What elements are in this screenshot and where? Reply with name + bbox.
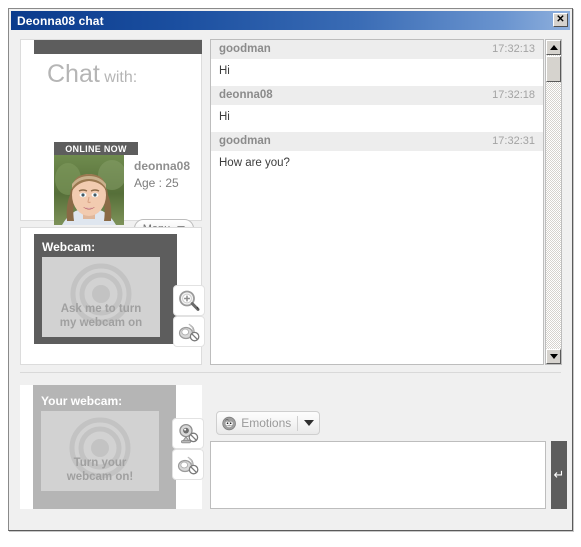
window-titlebar: Deonna08 chat ✕: [11, 11, 570, 30]
emotions-button[interactable]: Emotions: [216, 411, 320, 435]
partner-webcam-placeholder-line2: my webcam on: [59, 317, 143, 329]
lower-region: Your webcam: Turn your webcam on! Emotio…: [11, 373, 570, 528]
partner-webcam-panel: Webcam: Ask me to turn my webcam on: [34, 234, 177, 344]
chat-with-heading: Chat with:: [47, 60, 137, 89]
message-text: Hi: [211, 105, 543, 132]
my-webcam-title: Your webcam:: [41, 394, 123, 408]
webcam-off-icon: [179, 423, 199, 443]
message-item: goodman 17:32:31 How are you?: [211, 132, 543, 178]
scrollbar-thumb[interactable]: [546, 56, 561, 82]
message-sender: goodman: [219, 43, 271, 55]
chat-window: Deonna08 chat ✕ Chat with: ONLINE NOW de…: [8, 8, 573, 531]
send-button[interactable]: ↵: [551, 441, 567, 509]
my-webcam-placeholder-line1: Turn your: [73, 457, 127, 469]
my-webcam-panel: Your webcam: Turn your webcam on!: [33, 385, 176, 509]
message-sender: deonna08: [219, 89, 273, 101]
my-webcam-placeholder-line2: webcam on!: [66, 471, 134, 483]
my-webcam-screen[interactable]: Turn your webcam on!: [41, 411, 159, 491]
chevron-down-icon[interactable]: [304, 420, 314, 426]
message-text: How are you?: [211, 151, 543, 178]
partner-webcam-title: Webcam:: [42, 240, 96, 254]
close-icon[interactable]: ✕: [553, 13, 568, 27]
profile-username: deonna08: [134, 159, 191, 173]
magnifier-plus-icon: [179, 290, 200, 311]
avatar[interactable]: [54, 155, 124, 225]
partner-webcam-sound-button[interactable]: [173, 316, 205, 347]
partner-webcam-screen[interactable]: Ask me to turn my webcam on: [42, 257, 160, 337]
message-time: 17:32:18: [492, 89, 535, 101]
smiley-icon: [222, 416, 236, 430]
window-title: Deonna08 chat: [17, 13, 104, 28]
my-webcam-sound-button[interactable]: [172, 449, 204, 480]
chat-heading-big: Chat: [47, 60, 100, 88]
my-webcam-card: Your webcam: Turn your webcam on!: [20, 385, 204, 509]
profile-header-bar: [34, 40, 202, 54]
user-photo-icon: [54, 155, 124, 225]
partner-webcam-zoom-button[interactable]: [173, 285, 205, 316]
message-time: 17:32:31: [492, 135, 535, 147]
message-item: goodman 17:32:13 Hi: [211, 40, 543, 86]
message-item: deonna08 17:32:18 Hi: [211, 86, 543, 132]
message-time: 17:32:13: [492, 43, 535, 55]
message-sender: goodman: [219, 135, 271, 147]
scrollbar-track[interactable]: [546, 55, 561, 349]
scroll-down-arrow-icon: [549, 354, 558, 359]
chat-scrollbar[interactable]: [545, 39, 562, 365]
speaker-muted-icon: [177, 456, 199, 474]
upper-region: Chat with: ONLINE NOW deonna08 Age: 25 …: [11, 31, 570, 372]
message-input[interactable]: [210, 441, 546, 509]
message-header: goodman 17:32:13: [211, 40, 543, 59]
profile-age: Age : 25: [134, 176, 179, 190]
chat-heading-small: with:: [104, 69, 138, 86]
chat-message-list[interactable]: goodman 17:32:13 Hi deonna08 17:32:18 Hi…: [210, 39, 544, 365]
partner-webcam-card: Webcam: Ask me to turn my webcam on: [20, 227, 205, 365]
message-header: goodman 17:32:31: [211, 132, 543, 151]
partner-webcam-placeholder: Ask me to turn my webcam on: [60, 302, 142, 330]
scroll-down-button[interactable]: [546, 349, 561, 364]
window-client-area: Chat with: ONLINE NOW deonna08 Age: 25 …: [11, 31, 570, 528]
emotions-separator: [297, 415, 298, 431]
my-webcam-placeholder: Turn your webcam on!: [67, 456, 133, 484]
speaker-muted-icon: [178, 323, 200, 341]
message-header: deonna08 17:32:18: [211, 86, 543, 105]
partner-webcam-placeholder-line1: Ask me to turn: [60, 303, 142, 315]
message-text: Hi: [211, 59, 543, 86]
scroll-up-arrow-icon: [549, 45, 558, 50]
status-badge: ONLINE NOW: [54, 142, 138, 155]
emotions-button-label: Emotions: [241, 416, 292, 430]
scroll-up-button[interactable]: [546, 40, 561, 55]
my-webcam-camera-button[interactable]: [172, 418, 204, 449]
profile-card: Chat with: ONLINE NOW deonna08 Age: 25: [20, 39, 202, 238]
